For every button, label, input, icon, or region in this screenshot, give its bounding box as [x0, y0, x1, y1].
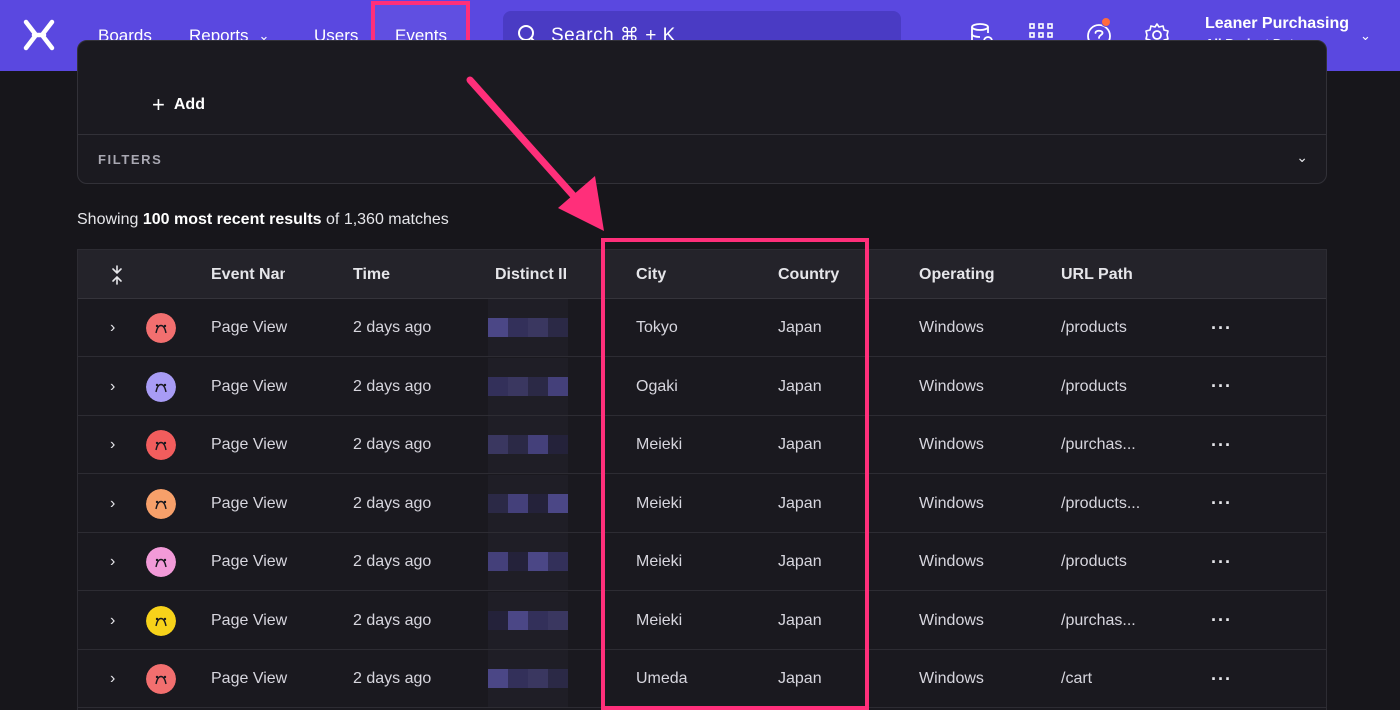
user-avatar-icon: [146, 488, 176, 519]
user-avatar-icon: [146, 605, 176, 636]
column-header-distinct-id[interactable]: Distinct II: [495, 250, 567, 299]
chevron-right-icon[interactable]: ›: [110, 299, 115, 357]
event-name-cell: Page View: [211, 319, 288, 336]
os-cell: Windows: [919, 319, 984, 336]
os-cell: Windows: [919, 553, 984, 570]
notification-dot: [1101, 17, 1111, 27]
user-avatar-icon: [146, 313, 176, 343]
user-avatar-icon: [146, 664, 176, 694]
chevron-right-icon[interactable]: ›: [110, 650, 115, 708]
plus-icon: +: [152, 92, 165, 117]
distinct-id-redacted: [488, 416, 568, 474]
column-header-event-name[interactable]: Event Nan: [211, 250, 285, 299]
url-path-cell: /products: [1061, 377, 1127, 395]
query-card: + Add FILTERS ⌄: [77, 40, 1327, 184]
distinct-id-redacted: [488, 357, 568, 416]
more-options-icon[interactable]: ···: [1211, 592, 1232, 650]
add-button[interactable]: + Add: [152, 94, 205, 116]
event-name-cell: Page View: [211, 436, 288, 453]
add-label: Add: [173, 96, 205, 113]
user-avatar-icon: [146, 430, 176, 460]
url-path-cell: /products: [1061, 319, 1127, 336]
more-options-icon[interactable]: ···: [1211, 416, 1232, 474]
chevron-down-icon[interactable]: ⌄: [1296, 149, 1308, 166]
distinct-id-redacted: [488, 650, 568, 708]
user-avatar-icon: [146, 547, 176, 577]
chevron-down-icon[interactable]: ⌄: [1360, 28, 1371, 44]
more-options-icon[interactable]: ···: [1211, 358, 1232, 416]
column-header-operating-system[interactable]: Operating: [919, 250, 1029, 299]
chevron-right-icon[interactable]: ›: [110, 358, 115, 416]
city-country-highlight-box: [601, 238, 869, 710]
column-header-url-path[interactable]: URL Path: [1061, 250, 1171, 299]
avatar: [146, 358, 176, 416]
filters-label[interactable]: FILTERS: [98, 152, 162, 167]
summary-bold: 100 most recent results: [142, 211, 322, 228]
project-name: Leaner Purchasing: [1205, 15, 1350, 32]
os-cell: Windows: [919, 670, 984, 687]
time-cell: 2 days ago: [353, 611, 432, 629]
summary-prefix: Showing: [77, 211, 143, 228]
distinct-id-redacted: [488, 474, 568, 533]
more-options-icon[interactable]: ···: [1211, 299, 1232, 357]
event-name-cell: Page View: [211, 670, 288, 687]
time-cell: 2 days ago: [353, 377, 432, 395]
event-name-cell: Page View: [211, 494, 288, 512]
os-cell: Windows: [919, 436, 984, 453]
chevron-right-icon[interactable]: ›: [110, 416, 115, 474]
distinct-id-redacted: [488, 299, 568, 357]
column-header-time[interactable]: Time: [353, 250, 463, 299]
distinct-id-redacted: [488, 533, 568, 591]
chevron-right-icon[interactable]: ›: [110, 475, 115, 533]
more-options-icon[interactable]: ···: [1211, 650, 1232, 708]
avatar: [146, 416, 176, 474]
user-avatar-icon: [146, 371, 176, 402]
time-cell: 2 days ago: [353, 553, 432, 570]
chevron-right-icon[interactable]: ›: [110, 592, 115, 650]
time-cell: 2 days ago: [353, 670, 432, 687]
url-path-cell: /purchas...: [1061, 611, 1136, 629]
time-cell: 2 days ago: [353, 494, 432, 512]
event-name-cell: Page View: [211, 377, 288, 395]
more-options-icon[interactable]: ···: [1211, 533, 1232, 591]
results-summary: Showing 100 most recent results of 1,360…: [77, 211, 449, 229]
collapse-all-icon[interactable]: [110, 250, 124, 299]
summary-suffix: of 1,360 matches: [321, 211, 449, 228]
avatar: [146, 650, 176, 708]
divider: [78, 134, 1326, 135]
avatar: [146, 299, 176, 357]
os-cell: Windows: [919, 377, 984, 395]
url-path-cell: /cart: [1061, 670, 1093, 687]
url-path-cell: /purchas...: [1061, 436, 1136, 453]
event-name-cell: Page View: [211, 611, 288, 629]
distinct-id-redacted: [488, 591, 568, 650]
mixpanel-logo-icon[interactable]: [22, 18, 56, 52]
time-cell: 2 days ago: [353, 436, 432, 453]
avatar: [146, 592, 176, 650]
avatar: [146, 475, 176, 533]
os-cell: Windows: [919, 611, 984, 629]
url-path-cell: /products...: [1061, 494, 1141, 512]
event-name-cell: Page View: [211, 553, 288, 570]
avatar: [146, 533, 176, 591]
time-cell: 2 days ago: [353, 319, 432, 336]
url-path-cell: /products: [1061, 553, 1127, 570]
chevron-right-icon[interactable]: ›: [110, 533, 115, 591]
more-options-icon[interactable]: ···: [1211, 475, 1232, 533]
os-cell: Windows: [919, 494, 984, 512]
